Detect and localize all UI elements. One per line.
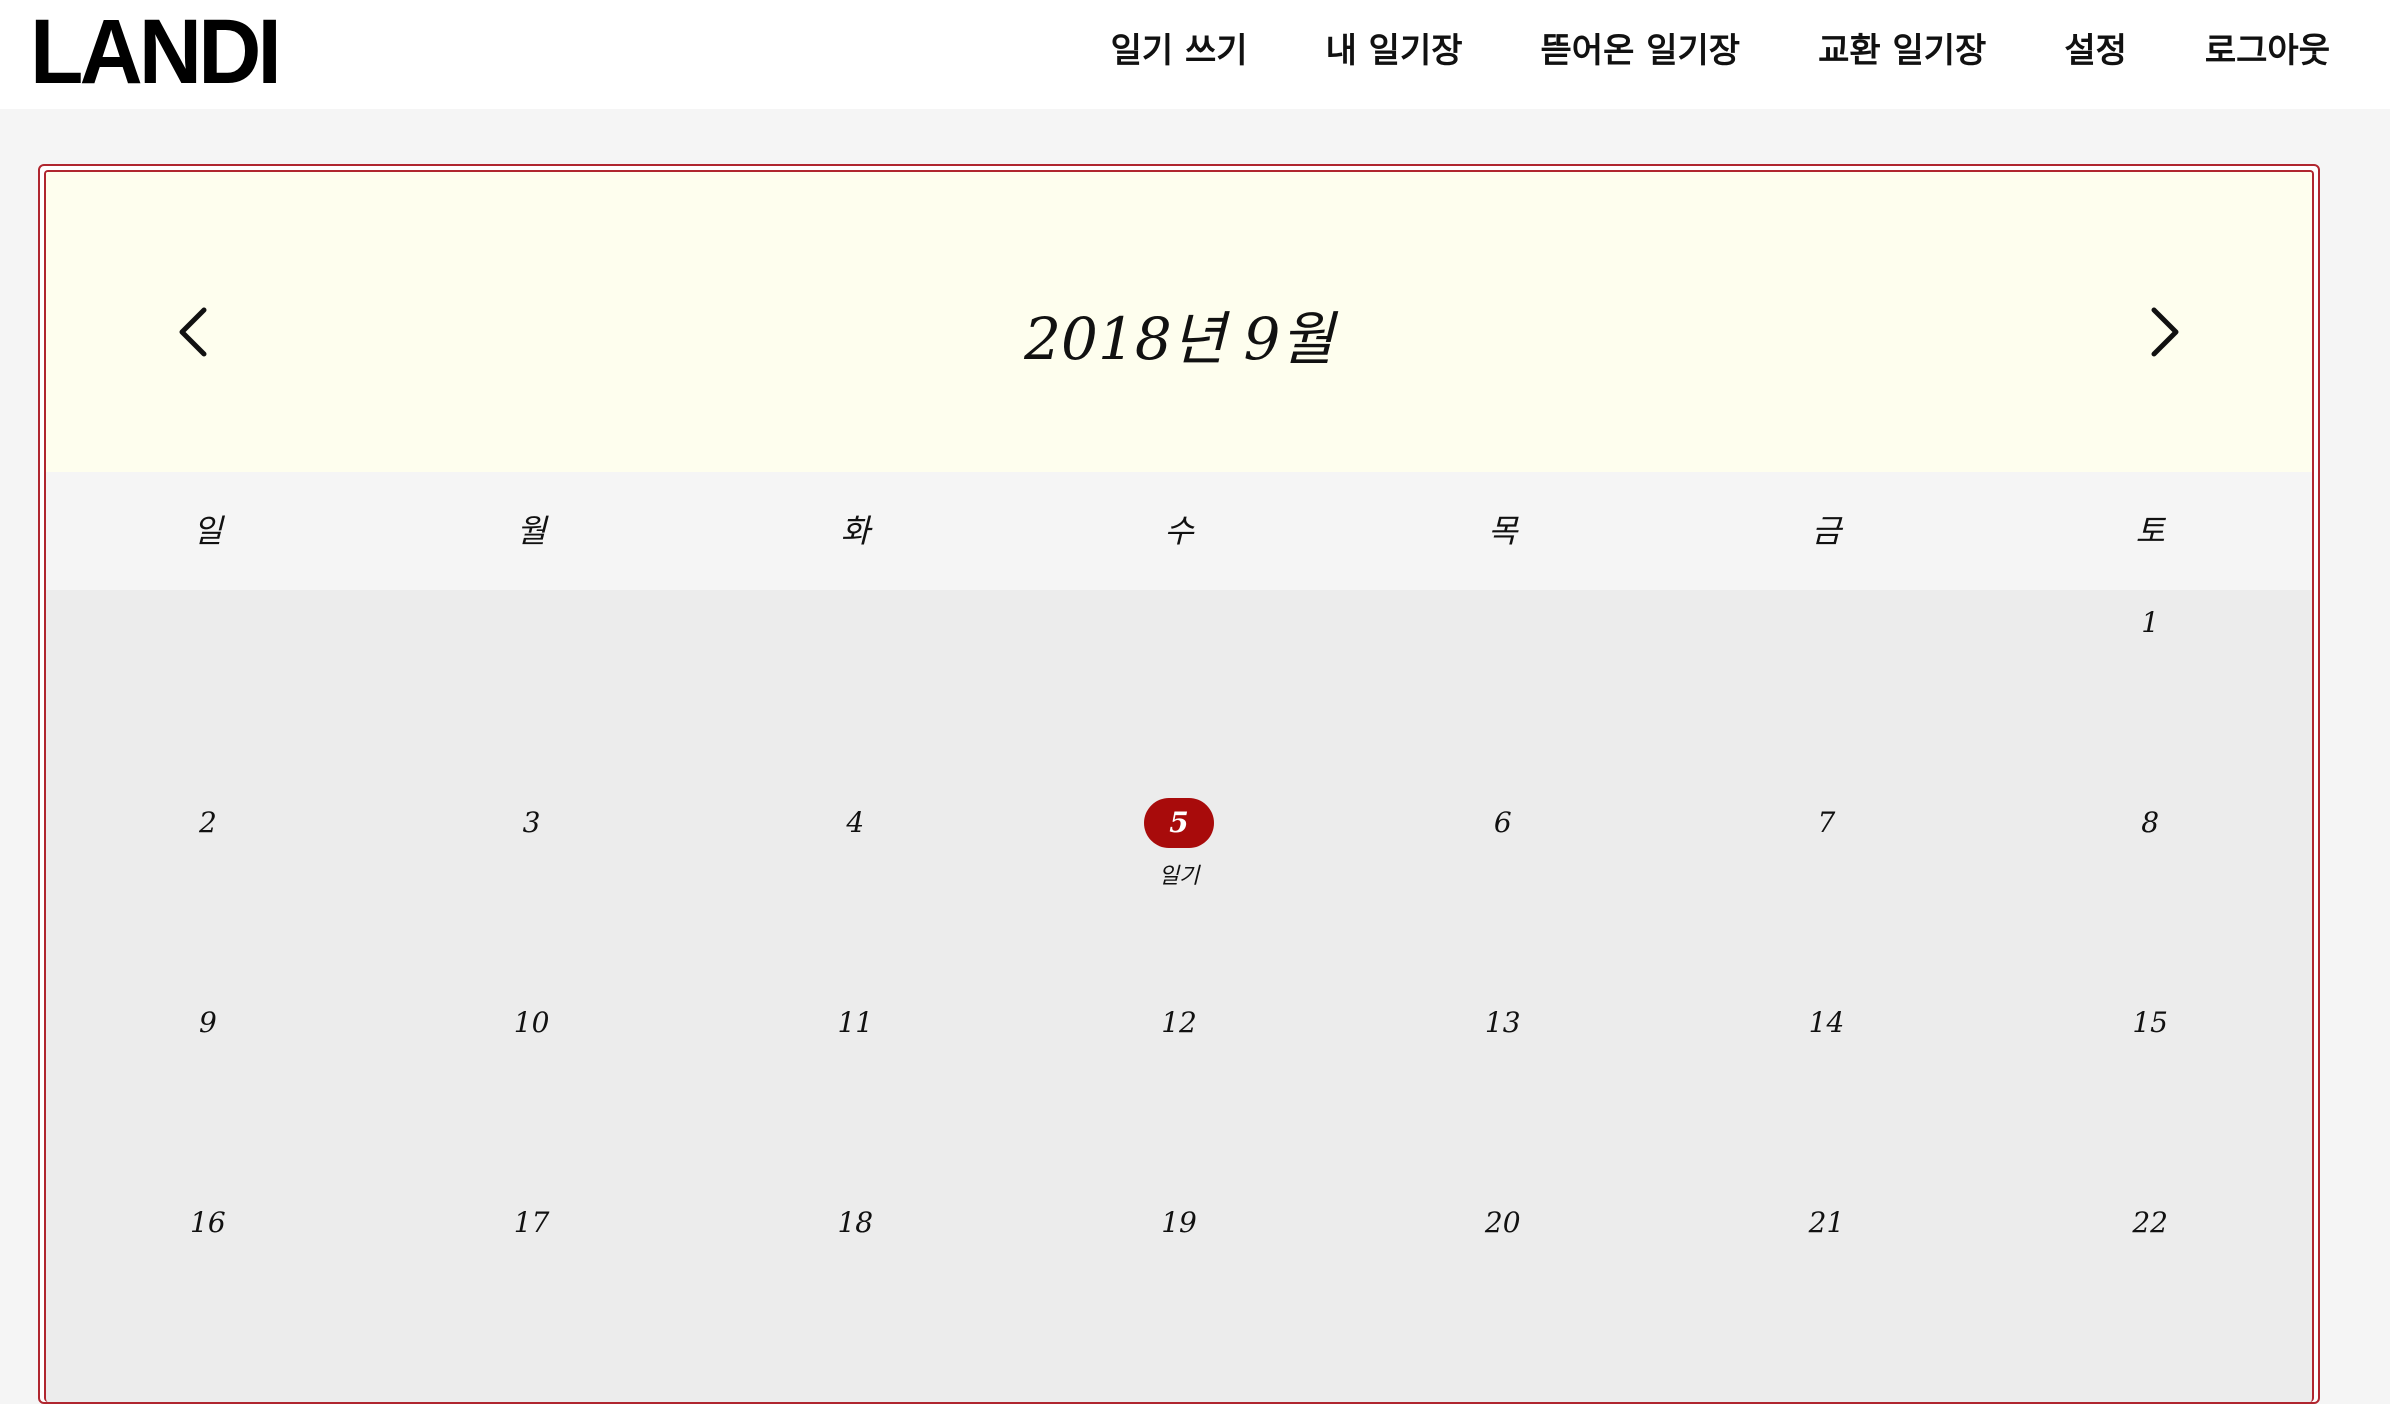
calendar-day[interactable]: 3 — [370, 790, 694, 990]
day-number: 10 — [513, 1006, 550, 1039]
top-bar: LANDI 일기 쓰기 내 일기장 뜯어온 일기장 교환 일기장 설정 로그아웃 — [0, 0, 2390, 109]
calendar-day[interactable]: 15 — [1988, 990, 2312, 1190]
calendar-day[interactable]: 9 — [46, 990, 370, 1190]
logo[interactable]: LANDI — [30, 6, 282, 98]
weekday-row: 일 월 화 수 목 금 토 — [46, 472, 2312, 590]
calendar-day-empty — [46, 590, 370, 790]
day-number: 15 — [2132, 1006, 2168, 1039]
calendar-day[interactable]: 12 — [1017, 990, 1341, 1190]
nav-settings[interactable]: 설정 — [2064, 23, 2127, 72]
day-number: 8 — [2141, 806, 2160, 839]
calendar-day[interactable]: 16 — [46, 1190, 370, 1390]
day-number: 18 — [837, 1206, 874, 1239]
calendar-day[interactable]: 4 — [693, 790, 1017, 990]
day-entry-label[interactable]: 일기 — [1159, 858, 1199, 890]
calendar: 2018년 9월 일 월 화 수 목 금 토 1 2 3 4 5 일기 6 7 8 9 10 11 12… — [44, 170, 2314, 1402]
calendar-week: 16 17 18 19 20 21 22 — [46, 1190, 2312, 1390]
day-number: 21 — [1808, 1206, 1845, 1239]
calendar-day-empty — [693, 590, 1017, 790]
day-number: 7 — [1817, 806, 1836, 839]
calendar-grid: 1 2 3 4 5 일기 6 7 8 9 10 11 12 13 14 15 16 17 18 19 20 21 22 — [46, 590, 2312, 1402]
calendar-day[interactable]: 6 — [1341, 790, 1665, 990]
calendar-day[interactable]: 7 — [1665, 790, 1989, 990]
weekday-wed: 수 — [1164, 512, 1194, 550]
day-number: 9 — [198, 1006, 217, 1039]
calendar-header: 2018년 9월 — [46, 172, 2312, 472]
nav-my-diary[interactable]: 내 일기장 — [1326, 23, 1463, 72]
calendar-day-empty — [1017, 590, 1341, 790]
weekday-sun: 일 — [193, 512, 223, 550]
weekday-sat: 토 — [2135, 512, 2165, 550]
calendar-day[interactable]: 2 — [46, 790, 370, 990]
month-title: 2018년 9월 — [1024, 305, 1334, 373]
calendar-week: 1 — [46, 590, 2312, 790]
calendar-day[interactable]: 18 — [693, 1190, 1017, 1390]
day-number: 16 — [190, 1206, 226, 1239]
nav-write-diary[interactable]: 일기 쓰기 — [1111, 23, 1248, 72]
calendar-day[interactable]: 8 — [1988, 790, 2312, 990]
calendar-week: 9 10 11 12 13 14 15 — [46, 990, 2312, 1190]
weekday-fri: 금 — [1811, 512, 1842, 550]
day-number-today: 5 — [1144, 798, 1215, 848]
calendar-day[interactable]: 1 — [1988, 590, 2312, 790]
calendar-day[interactable]: 11 — [693, 990, 1017, 1190]
calendar-day[interactable]: 22 — [1988, 1190, 2312, 1390]
day-number: 11 — [837, 1006, 874, 1039]
day-number: 17 — [513, 1206, 550, 1239]
day-number: 4 — [846, 806, 865, 839]
weekday-tue: 화 — [840, 512, 871, 550]
calendar-frame: 2018년 9월 일 월 화 수 목 금 토 1 2 3 4 5 일기 6 7 8 9 10 11 12… — [38, 164, 2320, 1404]
calendar-day[interactable]: 10 — [370, 990, 694, 1190]
day-number: 14 — [1808, 1006, 1845, 1039]
calendar-day[interactable]: 20 — [1341, 1190, 1665, 1390]
calendar-day[interactable]: 13 — [1341, 990, 1665, 1190]
day-number: 12 — [1161, 1006, 1197, 1039]
day-number: 2 — [198, 806, 217, 839]
next-month-button[interactable] — [2132, 302, 2192, 362]
calendar-day-empty — [1665, 590, 1989, 790]
nav-torn-diary[interactable]: 뜯어온 일기장 — [1541, 23, 1741, 72]
weekday-mon: 월 — [516, 512, 547, 550]
day-number: 6 — [1493, 806, 1512, 839]
day-number: 22 — [2132, 1206, 2168, 1239]
calendar-day[interactable]: 14 — [1665, 990, 1989, 1190]
main-nav: 일기 쓰기 내 일기장 뜯어온 일기장 교환 일기장 설정 로그아웃 — [1033, 22, 2330, 72]
calendar-day[interactable]: 17 — [370, 1190, 694, 1390]
weekday-thu: 목 — [1488, 512, 1518, 550]
calendar-day[interactable]: 21 — [1665, 1190, 1989, 1390]
day-number: 19 — [1161, 1206, 1197, 1239]
day-number: 13 — [1484, 1006, 1521, 1039]
chevron-right-icon — [2151, 307, 2179, 357]
nav-logout[interactable]: 로그아웃 — [2205, 23, 2330, 72]
calendar-day[interactable]: 5 일기 — [1017, 790, 1341, 990]
day-number: 20 — [1484, 1206, 1521, 1239]
day-number: 1 — [2141, 606, 2160, 639]
calendar-week: 2 3 4 5 일기 6 7 8 — [46, 790, 2312, 990]
day-number: 3 — [522, 806, 541, 839]
nav-exchange-diary[interactable]: 교환 일기장 — [1818, 23, 1986, 72]
calendar-day-empty — [1341, 590, 1665, 790]
calendar-day[interactable]: 19 — [1017, 1190, 1341, 1390]
calendar-day-empty — [370, 590, 694, 790]
